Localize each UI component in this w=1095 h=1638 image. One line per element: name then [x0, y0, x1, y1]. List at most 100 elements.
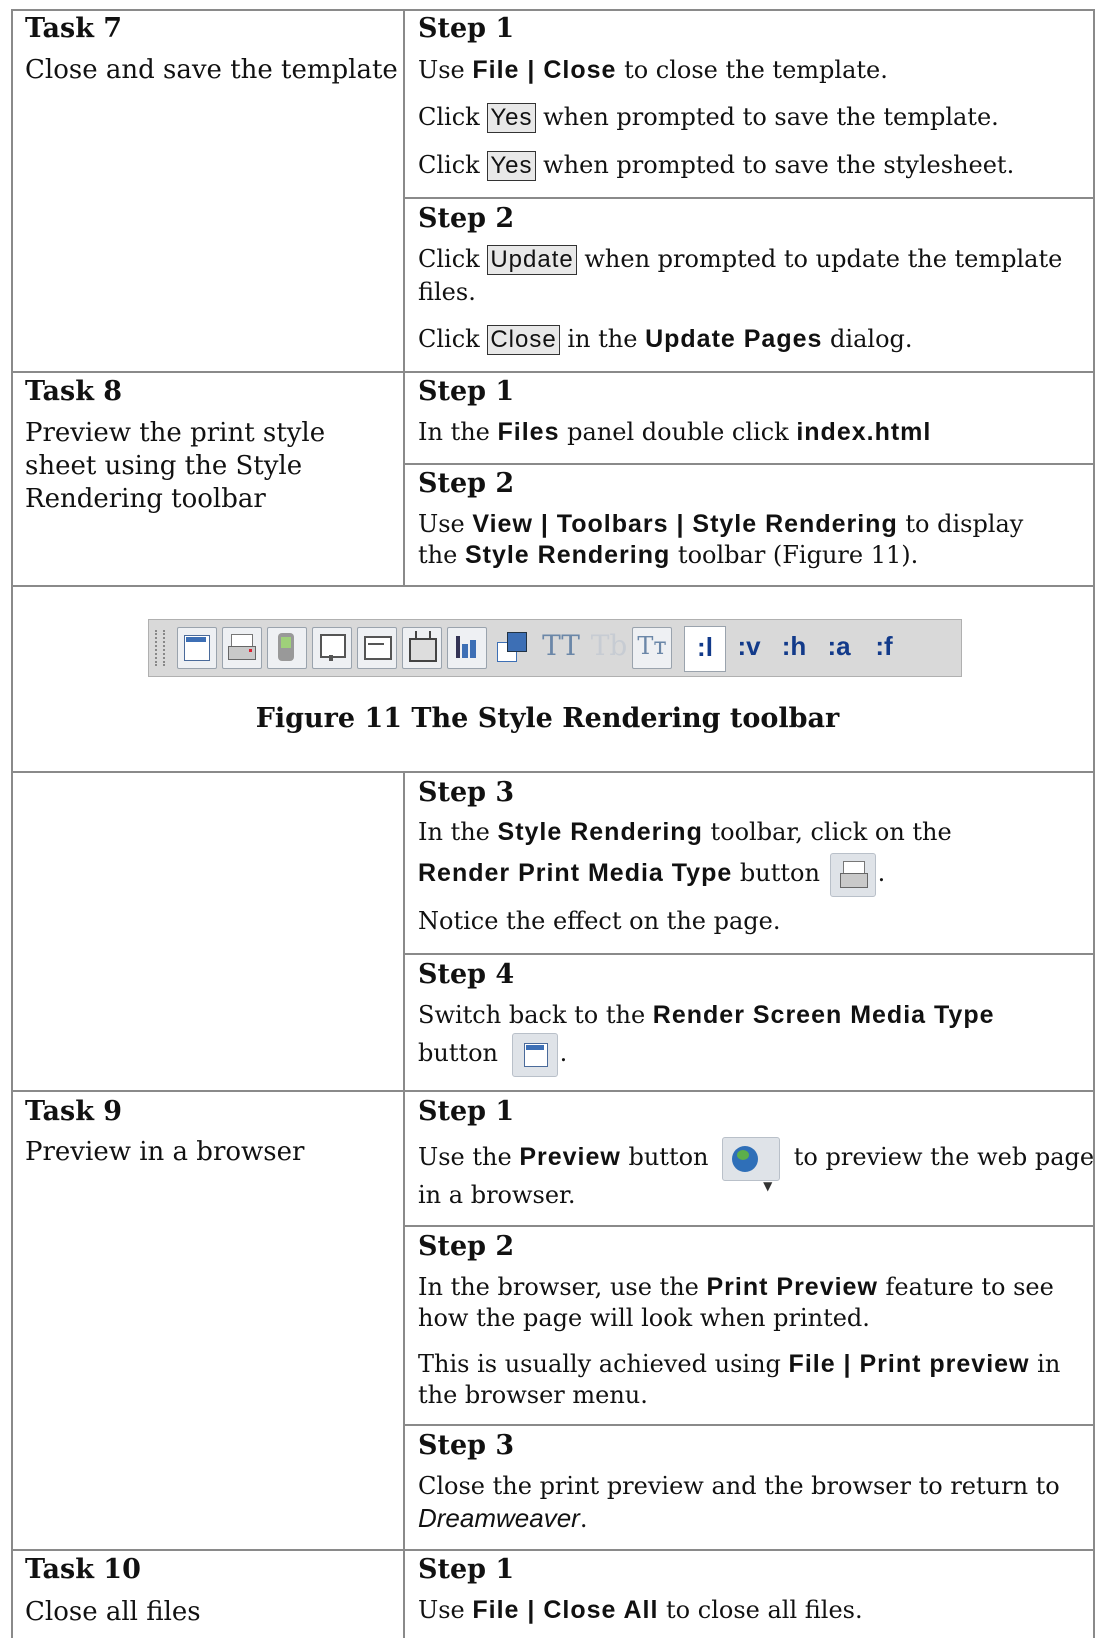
text-size-decrease-icon: Tт — [632, 627, 672, 669]
menu-path: View | Toolbars | Style Rendering — [472, 510, 898, 538]
row-divider — [11, 371, 1095, 373]
row-divider — [11, 1549, 1095, 1551]
instruction-line: Render Print Media Type button . — [418, 850, 885, 897]
task-title: Task 7 — [25, 13, 123, 44]
dialog-name: Update Pages — [645, 325, 823, 353]
update-button-label: Update — [487, 245, 577, 275]
task-description: Preview the print style — [25, 418, 326, 448]
instruction-line: Use the Preview button ▼ to preview the … — [418, 1133, 1095, 1193]
instruction-line: in a browser. — [418, 1181, 576, 1209]
text: . — [559, 1039, 568, 1067]
text: to close the template. — [624, 56, 888, 84]
render-handheld-media-type-icon — [267, 627, 307, 669]
row-divider — [403, 1225, 1095, 1227]
text: Use the — [418, 1143, 512, 1171]
task-title: Task 8 — [25, 376, 123, 407]
instruction-line: Use View | Toolbars | Style Rendering to… — [418, 509, 1023, 539]
row-divider — [403, 197, 1095, 199]
instruction-line: Use File | Close All to close all files. — [418, 1595, 863, 1625]
row-divider — [403, 1424, 1095, 1426]
step-title: Step 2 — [418, 1231, 515, 1262]
task-description: Rendering toolbar — [25, 484, 266, 514]
product-name: Dreamweaver — [418, 1503, 580, 1533]
text: button — [628, 1143, 709, 1171]
instruction-line: the browser menu. — [418, 1381, 648, 1409]
instruction-line: Use File | Close to close the template. — [418, 55, 888, 85]
text: to preview the web page — [793, 1143, 1095, 1171]
instruction-line: In the Files panel double click index.ht… — [418, 417, 931, 447]
button-name: Render Print Media Type — [418, 859, 733, 887]
step-title: Step 3 — [418, 1430, 515, 1461]
text: . — [579, 1505, 588, 1533]
instruction-line: files. — [418, 278, 476, 306]
render-print-media-type-icon — [222, 627, 262, 669]
step-title: Step 1 — [418, 376, 515, 407]
render-tv-media-type-icon — [402, 627, 442, 669]
render-screen-media-type-icon — [177, 627, 217, 669]
document-page: Task 7 Close and save the template Step … — [0, 0, 1095, 1638]
table-border-top — [11, 9, 1095, 11]
menu-path: File | Close All — [472, 1596, 659, 1624]
row-divider — [11, 771, 1095, 773]
text: in the — [567, 325, 638, 353]
text: Use — [418, 510, 465, 538]
text: Switch back to the — [418, 1001, 646, 1029]
menu-path: File | Print preview — [788, 1350, 1030, 1378]
text: Click — [418, 103, 480, 131]
instruction-line: Dreamweaver. — [418, 1503, 587, 1534]
instruction-line: Close the print preview and the browser … — [418, 1472, 1060, 1500]
text: button — [739, 859, 820, 887]
menu-path: File | Close — [472, 56, 617, 84]
row-divider — [403, 953, 1095, 955]
active-pseudo-class-icon: :a — [827, 631, 851, 661]
instruction-line: This is usually achieved using File | Pr… — [418, 1349, 1060, 1379]
row-divider — [11, 1090, 1095, 1092]
text: Click — [418, 325, 480, 353]
text: the — [418, 541, 458, 569]
screen-media-type-icon — [511, 1032, 558, 1077]
style-rendering-toolbar: TT Tb Tт :l :v :h :a :f — [148, 619, 962, 677]
figure-caption: Figure 11 The Style Rendering toolbar — [255, 703, 840, 734]
text: when prompted to save the stylesheet. — [543, 151, 1015, 179]
text: button — [418, 1039, 499, 1067]
text: panel double click — [567, 418, 789, 446]
instruction-line: Notice the effect on the page. — [418, 907, 781, 935]
globe-preview-icon: ▼ — [722, 1136, 781, 1193]
toolbar-name: Style Rendering — [497, 818, 703, 846]
text: Click — [418, 151, 480, 179]
text: when prompted to update the template — [584, 245, 1063, 273]
step-title: Step 2 — [418, 203, 515, 234]
instruction-line: Click Yes when prompted to save the styl… — [418, 150, 1014, 181]
hover-pseudo-class-icon: :h — [781, 631, 807, 661]
instruction-line: how the page will look when printed. — [418, 1304, 870, 1332]
task-title: Task 9 — [25, 1096, 123, 1127]
task-description: Close and save the template — [25, 55, 398, 85]
text-size-reset-icon: Tb — [590, 629, 628, 662]
yes-button-label: Yes — [487, 151, 536, 181]
row-divider — [11, 585, 1095, 587]
toolbar-name: Style Rendering — [464, 541, 671, 569]
focus-pseudo-class-icon: :f — [875, 631, 893, 661]
visited-pseudo-class-icon: :v — [737, 631, 761, 661]
text: Use — [418, 1596, 465, 1624]
instruction-line: Click Close in the Update Pages dialog. — [418, 324, 913, 355]
text: toolbar, click on the — [710, 818, 952, 846]
text: This is usually achieved using — [418, 1350, 781, 1378]
step-title: Step 1 — [418, 1554, 515, 1585]
task-title: Task 10 — [25, 1554, 141, 1585]
text: to close all files. — [666, 1596, 863, 1624]
render-projection-media-type-icon — [312, 627, 352, 669]
panel-name: Files — [497, 418, 560, 446]
design-time-style-sheets-icon — [492, 627, 532, 669]
text: in — [1037, 1350, 1061, 1378]
instruction-line: the Style Rendering toolbar (Figure 11). — [418, 540, 918, 570]
task-description: Preview in a browser — [25, 1137, 305, 1167]
step-title: Step 3 — [418, 777, 515, 808]
yes-button-label: Yes — [487, 103, 536, 133]
instruction-line: Click Update when prompted to update the… — [418, 244, 1062, 275]
text: Click — [418, 245, 480, 273]
instruction-line: Click Yes when prompted to save the temp… — [418, 102, 999, 133]
instruction-line: In the Style Rendering toolbar, click on… — [418, 817, 952, 847]
text: In the — [418, 818, 490, 846]
text-size-increase-icon: TT — [542, 629, 580, 662]
